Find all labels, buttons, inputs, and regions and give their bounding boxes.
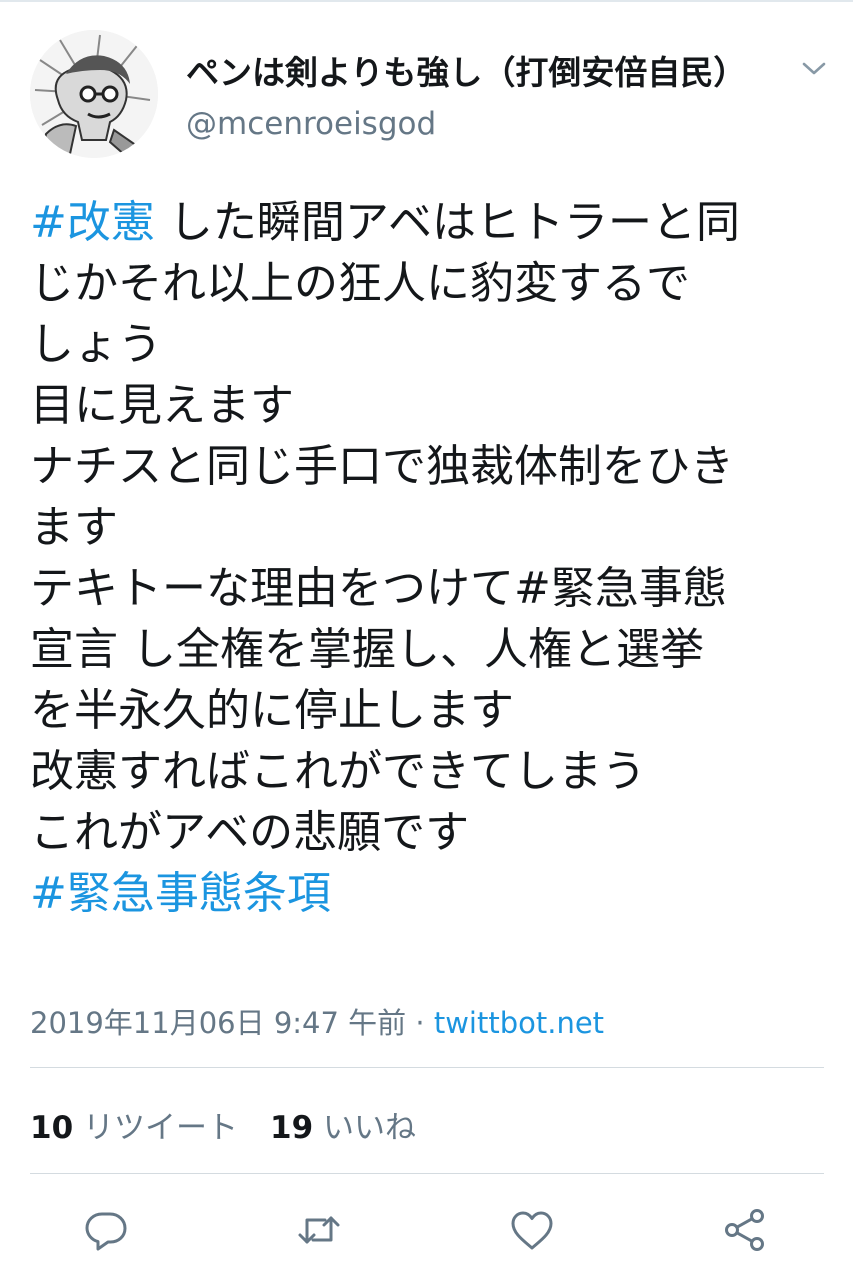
tweet-line: 改憲すればこれができてしまう	[30, 741, 830, 802]
tweet-line: ます	[30, 497, 830, 558]
divider	[30, 1173, 824, 1174]
tweet-meta: 2019年11月06日 9:47 午前 · twittbot.net	[30, 1000, 604, 1042]
tweet-line: じかそれ以上の狂人に豹変するで	[30, 253, 830, 314]
retweets-stat[interactable]: 10 リツイート	[30, 1102, 238, 1147]
tweet-line: を半永久的に停止します	[30, 680, 830, 741]
share-icon[interactable]	[721, 1206, 769, 1254]
retweets-count: 10	[30, 1110, 74, 1146]
timestamp[interactable]: 2019年11月06日 9:47 午前	[30, 1006, 406, 1040]
tweet-text-segment: ナチスと同じ手口で独裁体制をひき	[30, 441, 734, 492]
hashtag-link[interactable]: #緊急事態条項	[30, 868, 331, 919]
tweet-line: テキトーな理由をつけて#緊急事態	[30, 558, 830, 619]
tweet-text-segment: しょう	[30, 319, 162, 370]
tweet-line: 宣言 し全権を掌握し、人権と選挙	[30, 619, 830, 680]
tweet-line: これがアベの悲願です	[30, 802, 830, 863]
tweet-text-segment: した瞬間アベはヒトラーと同	[154, 197, 740, 248]
display-name[interactable]: ペンは剣よりも強し（打倒安倍自民）	[186, 46, 746, 94]
reply-icon[interactable]	[82, 1206, 130, 1254]
source-link[interactable]: twittbot.net	[434, 1006, 604, 1040]
tweet-text: #改憲 した瞬間アベはヒトラーと同 じかそれ以上の狂人に豹変するで しょう 目に見えま…	[30, 192, 830, 924]
tweet-line: しょう	[30, 314, 830, 375]
likes-label: いいね	[313, 1110, 416, 1146]
user-handle[interactable]: @mcenroeisgod	[186, 106, 436, 142]
tweet-text-segment: 目に見えます	[30, 380, 294, 431]
tweet-line: #改憲 した瞬間アベはヒトラーと同	[30, 192, 830, 253]
meta-separator: ·	[406, 1006, 434, 1040]
tweet-text-segment: を半永久的に停止します	[30, 685, 514, 736]
tweet-line: 目に見えます	[30, 375, 830, 436]
tweet-text-segment: テキトーな理由をつけて#緊急事態	[30, 563, 727, 614]
tweet-text-segment: 改憲すればこれができてしまう	[30, 746, 646, 797]
engagement-stats: 10 リツイート 19 いいね	[30, 1102, 416, 1147]
retweets-label: リツイート	[73, 1110, 238, 1146]
action-bar	[0, 1206, 853, 1256]
hashtag-link[interactable]: #改憲	[30, 197, 155, 248]
chevron-down-icon[interactable]	[798, 52, 830, 84]
retweet-icon[interactable]	[295, 1206, 343, 1254]
like-icon[interactable]	[508, 1206, 556, 1254]
likes-stat[interactable]: 19 いいね	[270, 1102, 416, 1147]
divider	[30, 1067, 824, 1068]
tweet-text-segment: ます	[30, 502, 118, 553]
tweet-line: ナチスと同じ手口で独裁体制をひき	[30, 436, 830, 497]
manga-portrait-avatar-icon	[30, 30, 158, 158]
top-divider	[0, 0, 853, 2]
tweet-text-segment: 宣言 し全権を掌握し、人権と選挙	[30, 624, 704, 675]
tweet-line: #緊急事態条項	[30, 863, 830, 924]
tweet-text-segment: じかそれ以上の狂人に豹変するで	[30, 258, 690, 309]
tweet-text-segment: これがアベの悲願です	[30, 807, 470, 858]
likes-count: 19	[270, 1110, 314, 1146]
avatar[interactable]	[30, 30, 158, 158]
